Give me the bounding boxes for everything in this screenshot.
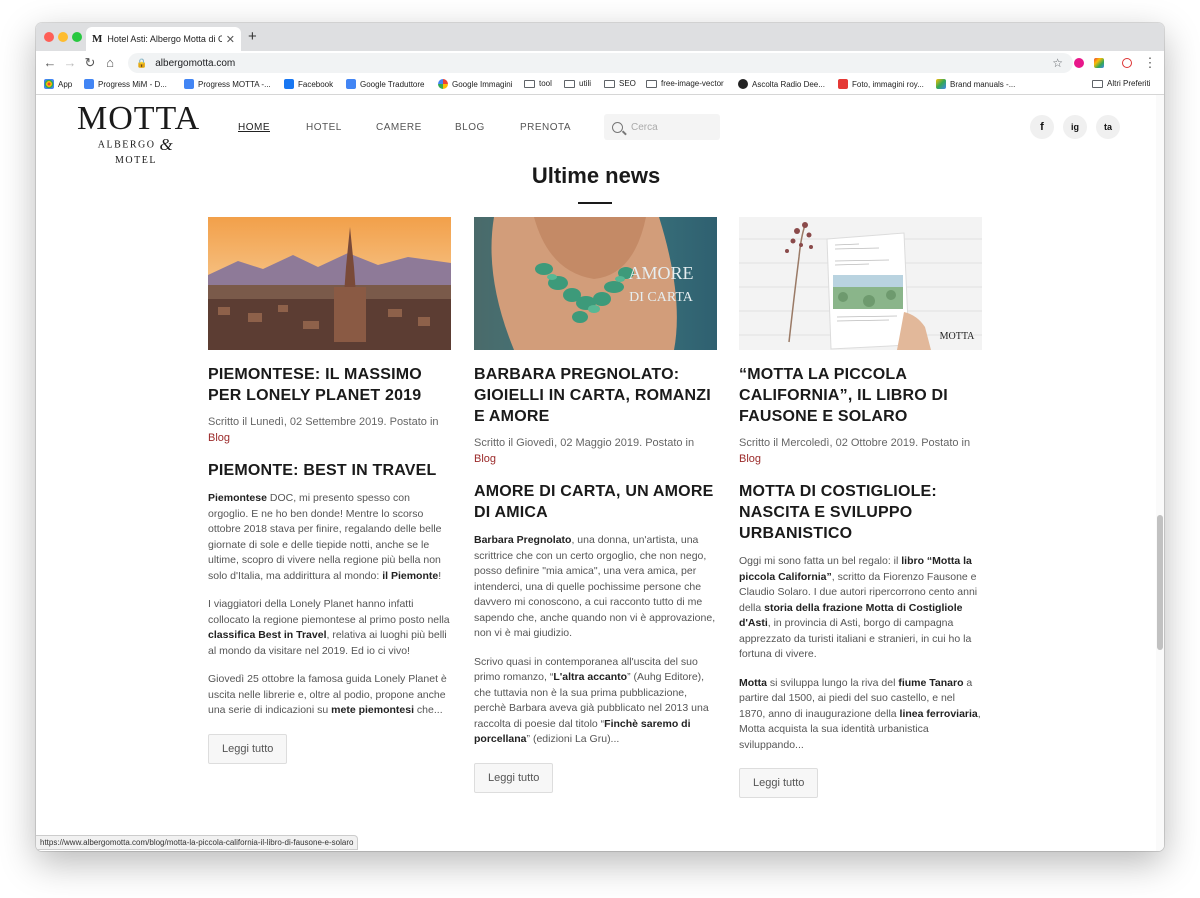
browser-tab[interactable]: M Hotel Asti: Albergo Motta di Co ✕ xyxy=(86,27,241,51)
article-meta: Scritto il Mercoledì, 02 Ottobre 2019. P… xyxy=(739,437,971,449)
tripadvisor-icon[interactable]: ta xyxy=(1096,115,1120,139)
close-window-button[interactable] xyxy=(44,32,54,42)
profile-avatar-icon[interactable] xyxy=(1122,58,1132,68)
search-icon xyxy=(612,121,623,133)
bookmarks-bar: App Progress MiM - D... Progress MOTTA -… xyxy=(36,75,1164,95)
extension-color-icon[interactable] xyxy=(1094,58,1104,68)
article-category-link[interactable]: Blog xyxy=(739,451,982,467)
docs-icon xyxy=(184,79,194,89)
folder-icon xyxy=(646,79,657,88)
bookmark-star-icon[interactable]: ☆ xyxy=(1052,56,1063,70)
article-title[interactable]: “MOTTA LA PICCOLA CALIFORNIA”, IL LIBRO … xyxy=(739,364,982,427)
article-subtitle: PIEMONTE: BEST IN TRAVEL xyxy=(208,462,437,479)
maximize-window-button[interactable] xyxy=(72,32,82,42)
url-text: albergomotta.com xyxy=(155,57,236,69)
read-more-button[interactable]: Leggi tutto xyxy=(474,762,554,793)
nav-hotel[interactable]: HOTEL xyxy=(306,122,342,133)
article-excerpt: Oggi mi sono fatta un bel regalo: il lib… xyxy=(739,555,981,751)
article-image-turin[interactable] xyxy=(208,217,451,350)
bookmark-folder[interactable]: SEO xyxy=(604,79,636,88)
bookmark-folder-other[interactable]: Altri Preferiti xyxy=(1092,79,1151,88)
status-bar-link-preview: https://www.albergomotta.com/blog/motta-… xyxy=(36,835,359,850)
article-image-necklace[interactable]: AMORE DI CARTA xyxy=(474,217,717,350)
minimize-window-button[interactable] xyxy=(58,32,68,42)
logo-subtitle: ALBERGO & MOTEL xyxy=(97,135,175,166)
article-subtitle: MOTTA DI COSTIGLIOLE: NASCITA E SVILUPPO… xyxy=(739,483,937,542)
site-search xyxy=(604,114,720,140)
page-scrollbar[interactable] xyxy=(1156,95,1164,851)
extension-icon[interactable] xyxy=(1074,58,1084,68)
tab-close-icon[interactable]: ✕ xyxy=(226,33,235,46)
drive-icon xyxy=(936,79,946,89)
article-card: AMORE DI CARTA BARBARA PREGNOLATO: GIOIE… xyxy=(474,217,717,793)
radio-icon xyxy=(738,79,748,89)
svg-text:DI CARTA: DI CARTA xyxy=(629,290,694,305)
article-meta: Scritto il Giovedì, 02 Maggio 2019. Post… xyxy=(474,437,695,449)
google-icon xyxy=(438,79,448,89)
instagram-icon[interactable]: ig xyxy=(1063,115,1087,139)
facebook-icon xyxy=(284,79,294,89)
article-category-link[interactable]: Blog xyxy=(208,430,451,446)
apps-grid-icon xyxy=(44,79,54,89)
article-image-book[interactable]: MOTTA xyxy=(739,217,982,350)
forward-arrow-icon[interactable]: → xyxy=(62,55,78,70)
section-title: Ultime news xyxy=(531,163,661,188)
tab-favicon-icon: M xyxy=(92,33,103,45)
folder-icon xyxy=(564,79,575,88)
lock-icon: 🔒 xyxy=(136,57,148,68)
bookmark-folder[interactable]: free-image-vector xyxy=(646,79,724,88)
bookmark-item[interactable]: Google Immagini xyxy=(438,79,512,89)
browser-window: M Hotel Asti: Albergo Motta di Co ✕ + ← … xyxy=(36,23,1164,851)
back-arrow-icon[interactable]: ← xyxy=(42,55,58,70)
home-icon[interactable]: ⌂ xyxy=(102,55,118,70)
article-subtitle: AMORE DI CARTA, UN AMORE DI AMICA xyxy=(474,483,714,521)
article-title[interactable]: BARBARA PREGNOLATO: GIOIELLI IN CARTA, R… xyxy=(474,364,717,427)
new-tab-button[interactable]: + xyxy=(248,28,257,45)
bookmark-item[interactable]: Progress MiM - D... xyxy=(84,79,167,89)
svg-text:AMORE: AMORE xyxy=(628,263,693,283)
article-excerpt: Barbara Pregnolato, una donna, un'artist… xyxy=(474,534,716,745)
nav-prenota[interactable]: PRENOTA xyxy=(520,122,571,133)
browser-toolbar: ← → ↻ ⌂ 🔒 albergomotta.com ☆ ⋮ xyxy=(36,51,1164,75)
folder-icon xyxy=(604,79,615,88)
read-more-button[interactable]: Leggi tutto xyxy=(739,768,819,798)
bookmark-item[interactable]: Foto, immagini roy... xyxy=(838,79,924,89)
facebook-icon[interactable]: f xyxy=(1030,115,1054,139)
address-bar[interactable]: 🔒 albergomotta.com ☆ xyxy=(128,53,1073,73)
tab-bar: M Hotel Asti: Albergo Motta di Co ✕ + xyxy=(36,23,1164,51)
bookmark-item[interactable]: Ascolta Radio Dee... xyxy=(738,79,825,89)
bookmark-folder[interactable]: utili xyxy=(564,79,591,88)
tab-title: Hotel Asti: Albergo Motta di Co xyxy=(107,34,222,44)
article-card: PIEMONTESE: IL MASSIMO PER LONELY PLANET… xyxy=(208,217,451,764)
nav-blog[interactable]: BLOG xyxy=(455,122,485,133)
bookmark-item[interactable]: Progress MOTTA -... xyxy=(184,79,271,89)
menu-kebab-icon[interactable]: ⋮ xyxy=(1142,55,1158,71)
folder-icon xyxy=(524,79,535,88)
article-meta: Scritto il Lunedì, 02 Settembre 2019. Po… xyxy=(208,416,439,428)
web-page: MOTTA ALBERGO & MOTEL HOME HOTEL CAMERE … xyxy=(36,95,1164,851)
svg-text:MOTTA: MOTTA xyxy=(940,331,976,342)
folder-icon xyxy=(1092,79,1103,88)
bookmark-item[interactable]: Brand manuals -... xyxy=(936,79,1015,89)
article-card: MOTTA “MOTTA LA PICCOLA CALIFORNIA”, IL … xyxy=(739,217,982,798)
bookmark-item[interactable]: Facebook xyxy=(284,79,333,89)
nav-camere[interactable]: CAMERE xyxy=(376,122,422,133)
article-category-link[interactable]: Blog xyxy=(474,451,717,467)
site-logo[interactable]: MOTTA ALBERGO & MOTEL xyxy=(77,100,201,167)
reload-icon[interactable]: ↻ xyxy=(82,55,98,71)
photo-icon xyxy=(838,79,848,89)
bookmark-folder[interactable]: tool xyxy=(524,79,552,88)
logo-title: MOTTA xyxy=(77,100,201,137)
article-title[interactable]: PIEMONTESE: IL MASSIMO PER LONELY PLANET… xyxy=(208,364,451,406)
docs-icon xyxy=(84,79,94,89)
bookmark-item[interactable]: Google Traduttore xyxy=(346,79,424,89)
article-excerpt: Piemontese DOC, mi presento spesso con o… xyxy=(208,492,450,716)
translate-icon xyxy=(346,79,356,89)
nav-home[interactable]: HOME xyxy=(238,122,270,133)
section-divider xyxy=(578,202,612,204)
search-input[interactable] xyxy=(631,121,711,133)
read-more-button[interactable]: Leggi tutto xyxy=(208,733,288,764)
bookmark-apps[interactable]: App xyxy=(44,79,72,89)
scrollbar-thumb[interactable] xyxy=(1157,515,1163,650)
